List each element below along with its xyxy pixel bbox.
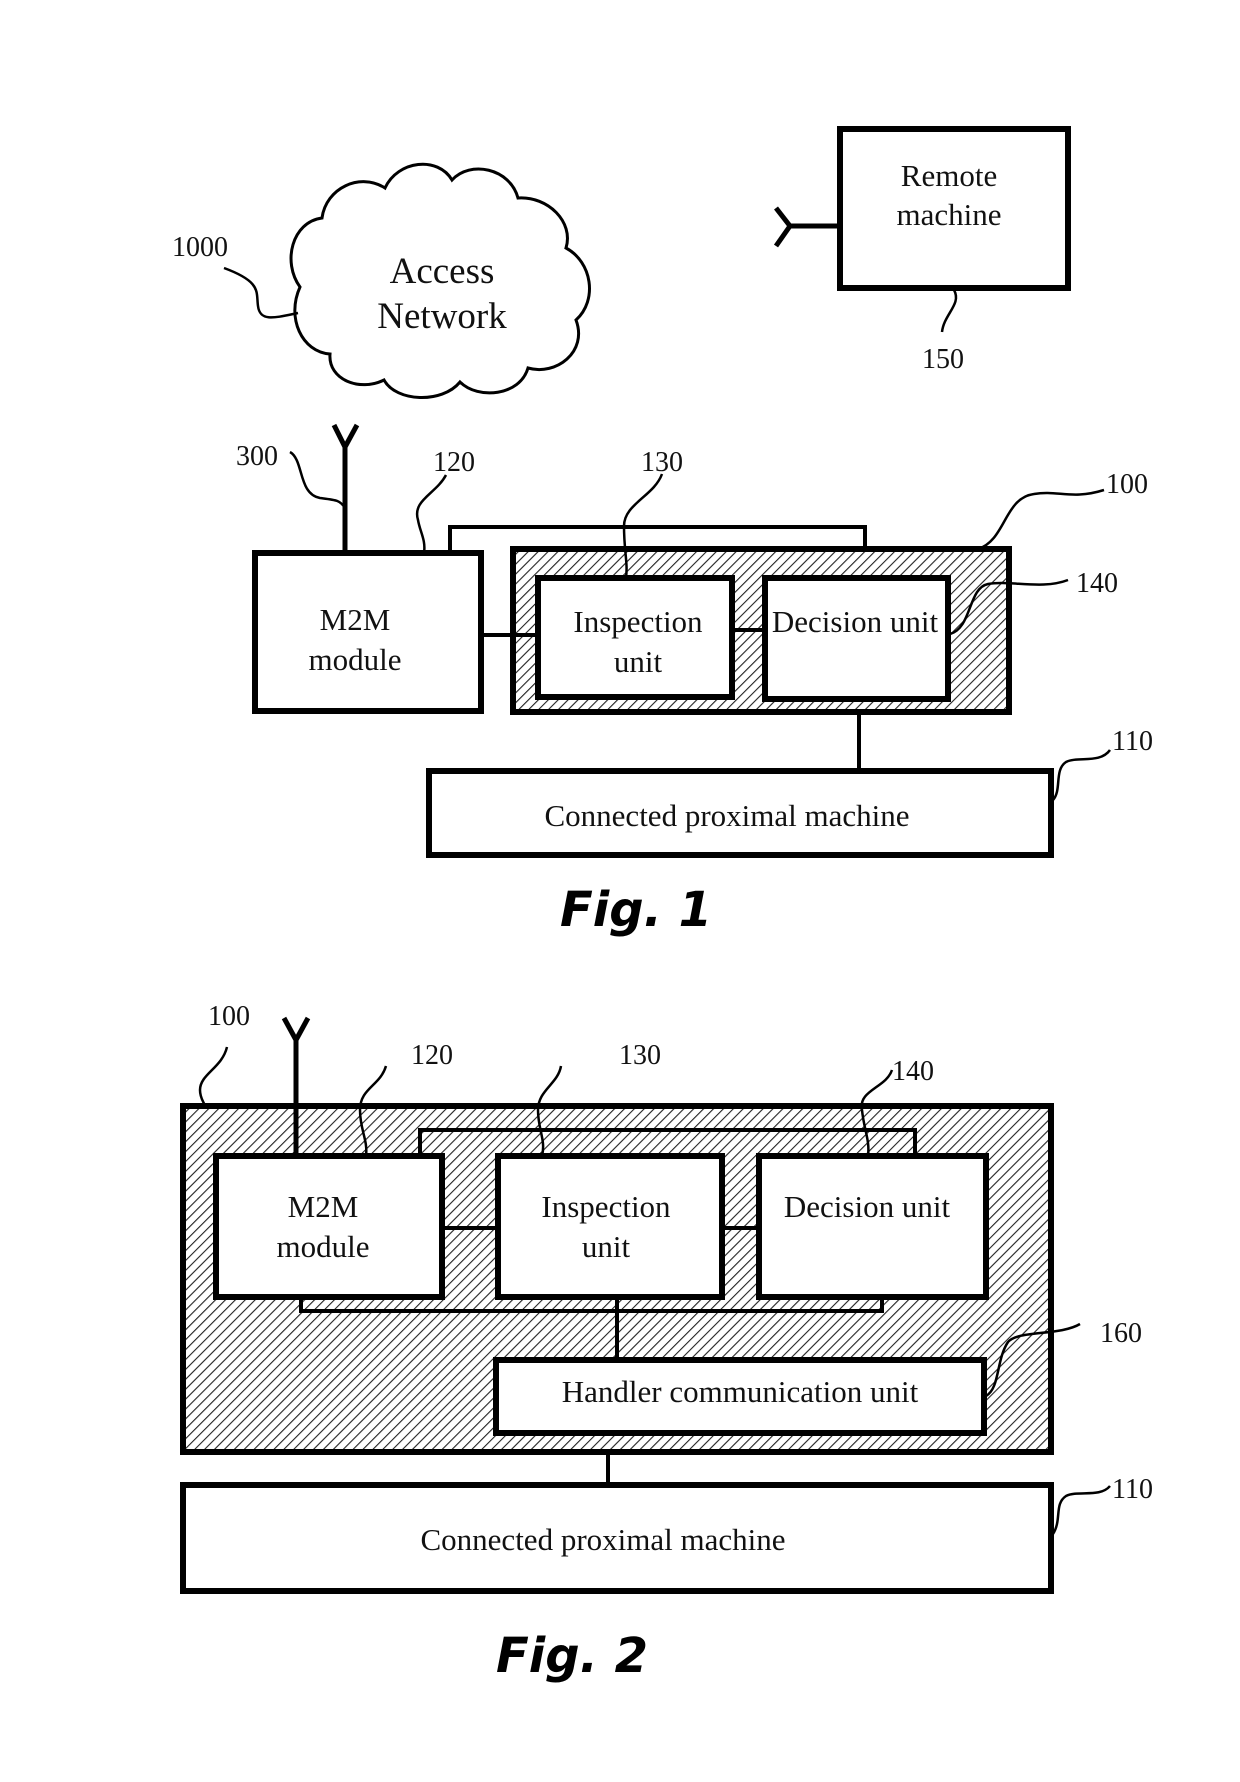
figure-1: Access Network 1000 Remote machine 150 3… <box>172 126 1153 938</box>
m2m-module: M2M module 120 <box>252 447 484 714</box>
antenna-icon <box>331 423 360 551</box>
leader-line <box>415 474 448 554</box>
m2m-line1: M2M <box>288 1189 359 1224</box>
figure-caption: Fig. 2 <box>496 1628 648 1684</box>
inspection-line2: unit <box>582 1229 631 1264</box>
ref-100: 100 <box>1106 469 1148 500</box>
decision-label: Decision unit <box>784 1189 951 1224</box>
inspection-unit: Inspection unit 130 <box>495 1040 725 1300</box>
inspection-line2: unit <box>614 644 663 679</box>
leader-line <box>223 266 299 319</box>
connected-machine-label: Connected proximal machine <box>545 798 910 833</box>
ref-300: 300 <box>236 441 278 472</box>
connected-machine-label: Connected proximal machine <box>421 1522 786 1557</box>
ref-140: 140 <box>892 1056 934 1087</box>
m2m-line2: module <box>309 642 402 677</box>
decision-unit: Decision unit 140 <box>762 568 1118 702</box>
antenna-icon <box>773 206 840 248</box>
figure-caption: Fig. 1 <box>560 882 712 938</box>
ref-150: 150 <box>922 344 964 375</box>
connected-proximal-machine: Connected proximal machine 110 <box>180 1474 1153 1594</box>
handler-label: Handler communication unit <box>562 1374 919 1409</box>
connected-proximal-machine: Connected proximal machine 110 <box>426 726 1153 858</box>
m2m-module: M2M module 120 <box>213 1040 453 1300</box>
remote-machine: Remote machine 150 <box>773 126 1071 375</box>
leader-line <box>289 450 347 509</box>
ref-110: 110 <box>1112 726 1153 757</box>
cloud-label-line2: Network <box>377 296 507 337</box>
ref-120: 120 <box>411 1040 453 1071</box>
figure-2: 100 M2M module 120 Inspection unit 130 D… <box>180 1001 1153 1684</box>
m2m-line1: M2M <box>320 602 391 637</box>
inspection-line1: Inspection <box>573 604 703 639</box>
m2m-line2: module <box>277 1229 370 1264</box>
leader-line <box>977 488 1105 551</box>
antenna-300: 300 <box>236 423 360 551</box>
decision-unit: Decision unit 140 <box>756 1056 989 1300</box>
remote-machine-line2: machine <box>896 197 1001 232</box>
cloud-label-line1: Access <box>390 251 495 292</box>
patent-drawing: Access Network 1000 Remote machine 150 3… <box>172 126 1153 1684</box>
ref-120: 120 <box>433 447 475 478</box>
ref-160: 160 <box>1100 1318 1142 1349</box>
access-network-cloud: Access Network 1000 <box>172 162 591 399</box>
remote-machine-line1: Remote <box>901 158 997 193</box>
ref-110: 110 <box>1112 1474 1153 1505</box>
leader-line <box>940 289 958 333</box>
leader-line <box>1051 749 1112 801</box>
ref-130: 130 <box>619 1040 661 1071</box>
ref-100: 100 <box>208 1001 250 1032</box>
decision-label: Decision unit <box>772 604 939 639</box>
ref-130: 130 <box>641 447 683 478</box>
inspection-line1: Inspection <box>541 1189 671 1224</box>
ref-1000: 1000 <box>172 232 228 263</box>
leader-line <box>198 1046 229 1107</box>
leader-line <box>1051 1485 1111 1535</box>
ref-140: 140 <box>1076 568 1118 599</box>
